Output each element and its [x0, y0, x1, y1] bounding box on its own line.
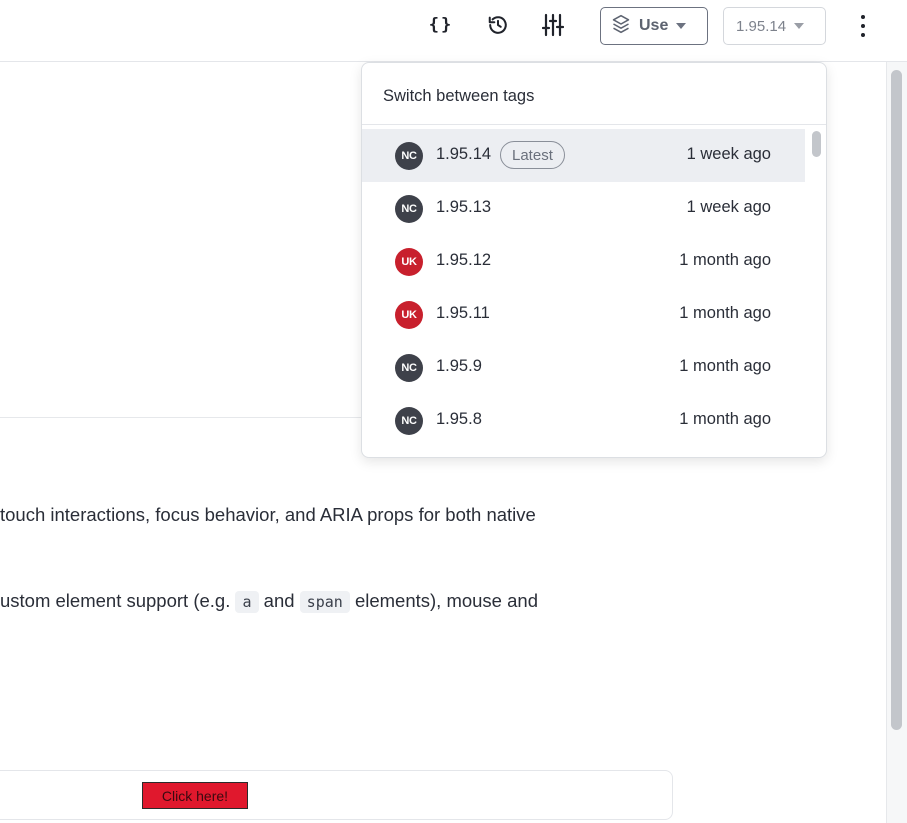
text-fragment: and	[263, 590, 295, 611]
page-scrollbar-thumb[interactable]	[891, 70, 902, 730]
top-toolbar: {} Use 1.95.14	[0, 0, 907, 62]
description-text-2: ustom element support (e.g. a and span e…	[0, 588, 538, 615]
tag-time: 1 month ago	[679, 251, 771, 269]
tag-time: 1 month ago	[679, 410, 771, 428]
inline-code: a	[235, 591, 259, 613]
caret-down-icon	[676, 23, 687, 29]
click-here-button[interactable]: Click here!	[142, 782, 248, 809]
text-fragment: elements), mouse and	[354, 590, 538, 611]
example-preview	[0, 770, 673, 820]
text-fragment: ustom element support (e.g.	[0, 590, 231, 611]
tag-name: 1.95.14	[436, 145, 492, 163]
tag-item[interactable]: NC 1.95.9 1 month ago	[362, 341, 805, 394]
avatar: NC	[395, 354, 423, 382]
tag-item[interactable]: NC 1.95.14 Latest 1 week ago	[362, 129, 805, 182]
tag-time: 1 week ago	[686, 198, 771, 216]
braces-icon[interactable]: {}	[426, 10, 456, 40]
dropdown-title: Switch between tags	[383, 87, 535, 105]
use-label: Use	[639, 17, 669, 34]
tag-name: 1.95.11	[436, 304, 490, 322]
description-text: touch interactions, focus behavior, and …	[0, 504, 536, 525]
tag-name: 1.95.13	[436, 198, 492, 216]
tag-name: 1.95.8	[436, 410, 482, 428]
tag-time: 1 month ago	[679, 304, 771, 322]
latest-badge: Latest	[500, 141, 565, 169]
use-button[interactable]: Use	[600, 7, 708, 45]
avatar: NC	[395, 142, 423, 170]
avatar: NC	[395, 195, 423, 223]
avatar: UK	[395, 301, 423, 329]
version-label: 1.95.14	[736, 17, 787, 35]
caret-down-icon	[794, 23, 805, 29]
section-divider	[0, 417, 362, 418]
tag-name: 1.95.9	[436, 357, 482, 375]
package-icon	[611, 14, 631, 39]
tag-time: 1 month ago	[679, 357, 771, 375]
tag-item[interactable]: NC 1.95.13 1 week ago	[362, 182, 805, 235]
dropdown-divider	[362, 124, 826, 125]
tag-time: 1 week ago	[686, 145, 771, 163]
avatar: UK	[395, 248, 423, 276]
dropdown-scrollbar-thumb[interactable]	[812, 131, 821, 157]
version-select[interactable]: 1.95.14	[723, 7, 826, 45]
inline-code: span	[299, 591, 350, 613]
tag-switcher-dropdown: Switch between tags NC 1.95.14 Latest 1 …	[361, 62, 827, 458]
sliders-icon[interactable]	[538, 10, 568, 40]
avatar: NC	[395, 407, 423, 435]
tag-item[interactable]: NC 1.95.8 1 month ago	[362, 394, 805, 447]
history-icon[interactable]	[483, 10, 513, 40]
tag-item[interactable]: UK 1.95.12 1 month ago	[362, 235, 805, 288]
tag-item[interactable]: UK 1.95.11 1 month ago	[362, 288, 805, 341]
tag-name: 1.95.12	[436, 251, 492, 269]
kebab-icon[interactable]	[852, 12, 874, 40]
tag-list: NC 1.95.14 Latest 1 week ago NC 1.95.13 …	[362, 129, 805, 447]
